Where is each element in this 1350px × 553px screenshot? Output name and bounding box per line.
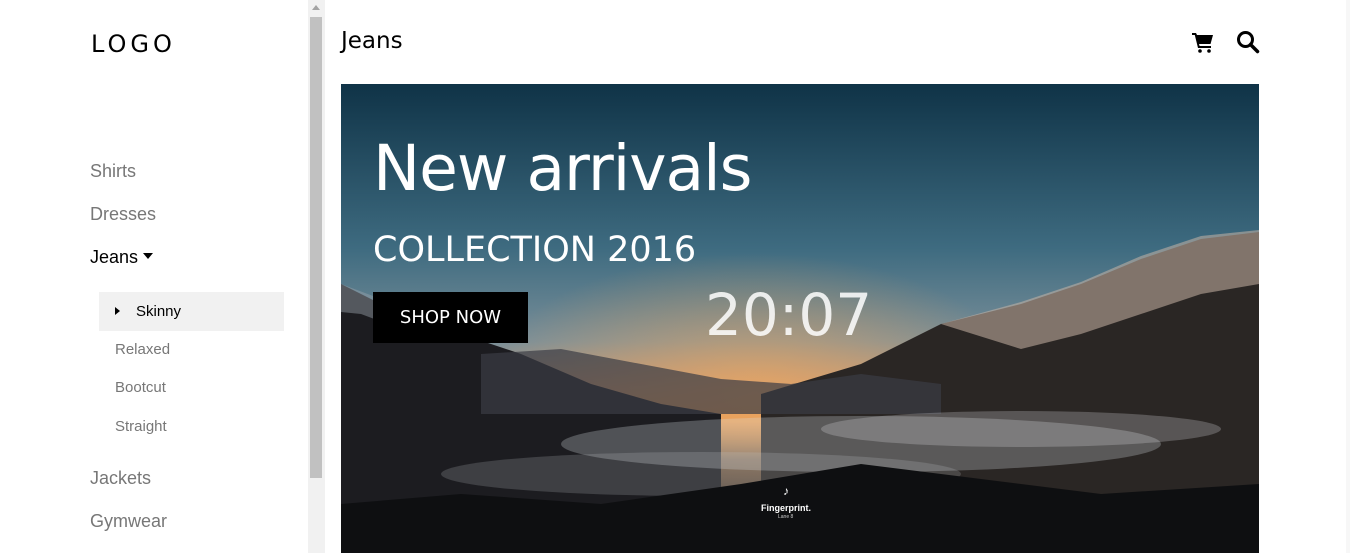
sidebar-item-gymwear[interactable]: Gymwear	[90, 511, 167, 532]
page-edge	[1346, 0, 1350, 553]
subitem-skinny[interactable]: Skinny	[99, 292, 284, 331]
subitem-bootcut[interactable]: Bootcut	[115, 379, 166, 396]
music-note-icon: ♪	[783, 484, 789, 498]
page-title: Jeans	[341, 28, 403, 54]
subitem-relaxed[interactable]: Relaxed	[115, 341, 170, 358]
sidebar-item-dresses[interactable]: Dresses	[90, 204, 156, 225]
hero-title: New arrivals	[373, 132, 752, 205]
watermark-subtitle: Lane 8	[778, 514, 794, 520]
shop-now-button[interactable]: SHOP NOW	[373, 292, 528, 343]
logo: LOGO	[91, 30, 176, 58]
caret-down-icon	[143, 253, 154, 260]
hero-banner: New arrivals COLLECTION 2016 SHOP NOW 20…	[341, 84, 1259, 553]
subitem-straight[interactable]: Straight	[115, 418, 167, 435]
sidebar-item-shirts[interactable]: Shirts	[90, 161, 136, 182]
sidebar-item-jackets[interactable]: Jackets	[90, 468, 151, 489]
scroll-up-icon[interactable]	[312, 5, 320, 10]
sidebar-scrollbar[interactable]	[308, 0, 325, 553]
watermark-brand: Fingerprint.	[761, 503, 811, 513]
clock-display: 20:07	[705, 281, 873, 349]
subitem-label: Skinny	[136, 303, 182, 320]
sidebar-item-label: Jeans	[90, 247, 139, 267]
scroll-thumb[interactable]	[310, 17, 322, 478]
caret-right-icon	[115, 307, 120, 315]
sidebar-item-jeans[interactable]: Jeans	[90, 247, 154, 268]
shopping-cart-icon[interactable]	[1191, 30, 1215, 54]
hero-subtitle: COLLECTION 2016	[373, 230, 697, 270]
sidebar: LOGO Shirts Dresses Jeans Skinny Relaxed…	[0, 0, 308, 553]
search-icon[interactable]	[1236, 30, 1260, 54]
